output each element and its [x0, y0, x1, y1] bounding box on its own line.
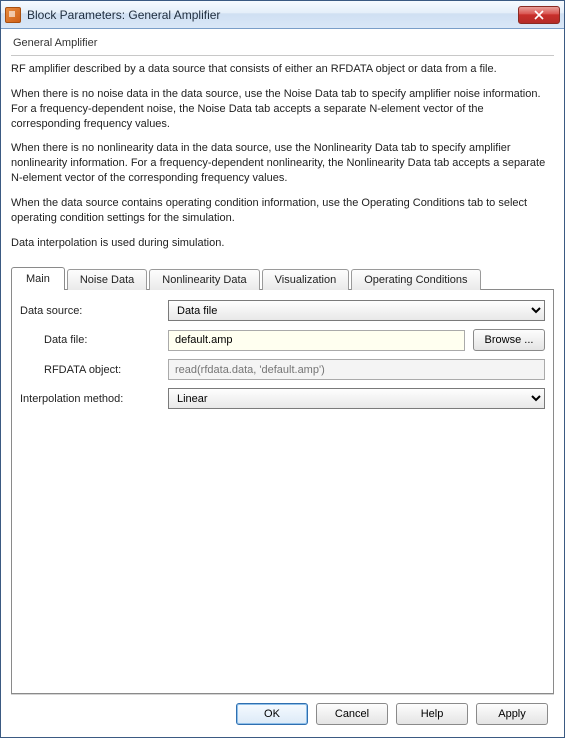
titlebar: Block Parameters: General Amplifier [1, 1, 564, 29]
description-p4: When the data source contains operating … [11, 196, 554, 226]
description-p5: Data interpolation is used during simula… [11, 236, 554, 251]
interpolation-method-combo[interactable]: Linear [168, 388, 545, 409]
dialog-window: Block Parameters: General Amplifier Gene… [0, 0, 565, 738]
tab-bar: Main Noise Data Nonlinearity Data Visual… [11, 266, 554, 289]
ok-button[interactable]: OK [236, 703, 308, 725]
rfdata-object-input [168, 359, 545, 380]
tab-operating-conditions[interactable]: Operating Conditions [351, 269, 480, 290]
row-data-file: Data file: Browse ... [20, 329, 545, 351]
apply-button[interactable]: Apply [476, 703, 548, 725]
tab-main[interactable]: Main [11, 267, 65, 290]
row-data-source: Data source: Data file [20, 300, 545, 321]
cancel-button[interactable]: Cancel [316, 703, 388, 725]
row-rfdata-object: RFDATA object: [20, 359, 545, 380]
group-title: General Amplifier [13, 37, 554, 49]
tab-noise-data[interactable]: Noise Data [67, 269, 147, 290]
label-data-file: Data file: [20, 334, 160, 346]
app-icon [5, 7, 21, 23]
label-rfdata-object: RFDATA object: [20, 364, 160, 376]
help-button[interactable]: Help [396, 703, 468, 725]
close-button[interactable] [518, 6, 560, 24]
label-data-source: Data source: [20, 305, 160, 317]
row-interpolation-method: Interpolation method: Linear [20, 388, 545, 409]
close-icon [534, 10, 544, 20]
content-area: General Amplifier RF amplifier described… [1, 29, 564, 737]
browse-button[interactable]: Browse ... [473, 329, 545, 351]
button-bar: OK Cancel Help Apply [11, 694, 554, 731]
tab-panel-main: Data source: Data file Data file: Browse… [11, 289, 554, 694]
tab-visualization[interactable]: Visualization [262, 269, 350, 290]
tab-nonlinearity-data[interactable]: Nonlinearity Data [149, 269, 259, 290]
divider [11, 55, 554, 56]
label-interpolation-method: Interpolation method: [20, 393, 160, 405]
description-p2: When there is no noise data in the data … [11, 87, 554, 132]
description-p1: RF amplifier described by a data source … [11, 62, 554, 77]
data-file-input[interactable] [168, 330, 465, 351]
data-source-combo[interactable]: Data file [168, 300, 545, 321]
window-title: Block Parameters: General Amplifier [27, 8, 518, 22]
description-p3: When there is no nonlinearity data in th… [11, 141, 554, 186]
